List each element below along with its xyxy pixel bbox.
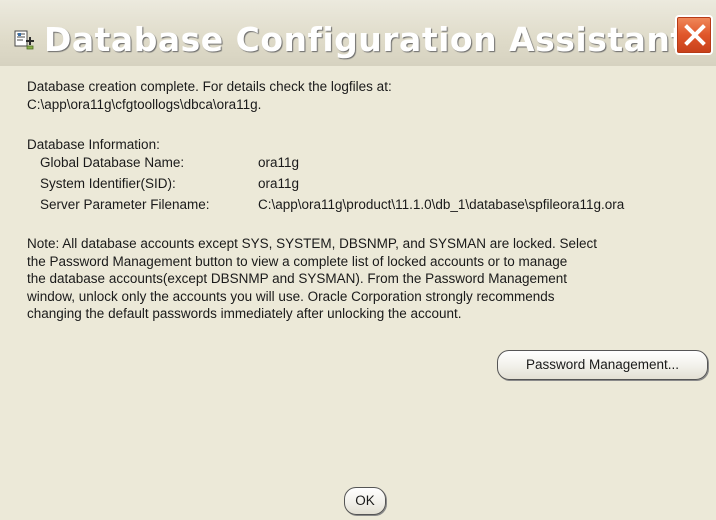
sid-label: System Identifier(SID): <box>40 176 176 191</box>
close-x-icon <box>684 24 706 46</box>
ok-button[interactable]: OK <box>344 487 386 515</box>
title-bar[interactable]: Database Configuration Assistant <box>0 0 716 66</box>
note-line: changing the default passwords immediate… <box>27 306 462 322</box>
note-line: the Password Management button to view a… <box>27 253 568 269</box>
global-db-name-label: Global Database Name: <box>40 155 185 170</box>
dbca-dialog: Database Configuration Assistant Databas… <box>0 0 716 520</box>
spfile-value: C:\app\ora11g\product\11.1.0\db_1\databa… <box>258 197 625 212</box>
note-line: Note: All database accounts except SYS, … <box>27 236 598 251</box>
password-note: Note: All database accounts except SYS, … <box>27 235 711 323</box>
logfile-path: C:\app\ora11g\cfgtoollogs\dbca\ora11g. <box>27 97 262 112</box>
window-title: Database Configuration Assistant <box>44 20 687 59</box>
note-line: the database accounts(except DBSNMP and … <box>27 271 568 287</box>
db-info-heading: Database Information: <box>27 137 160 152</box>
completion-message: Database creation complete. For details … <box>27 79 392 94</box>
spfile-label: Server Parameter Filename: <box>40 197 210 212</box>
close-button[interactable] <box>675 15 713 55</box>
note-line: window, unlock only the accounts you wil… <box>27 288 555 304</box>
dbca-app-icon <box>14 29 36 51</box>
global-db-name-value: ora11g <box>258 155 300 170</box>
password-management-button[interactable]: Password Management... <box>497 350 708 380</box>
sid-value: ora11g <box>258 176 300 191</box>
